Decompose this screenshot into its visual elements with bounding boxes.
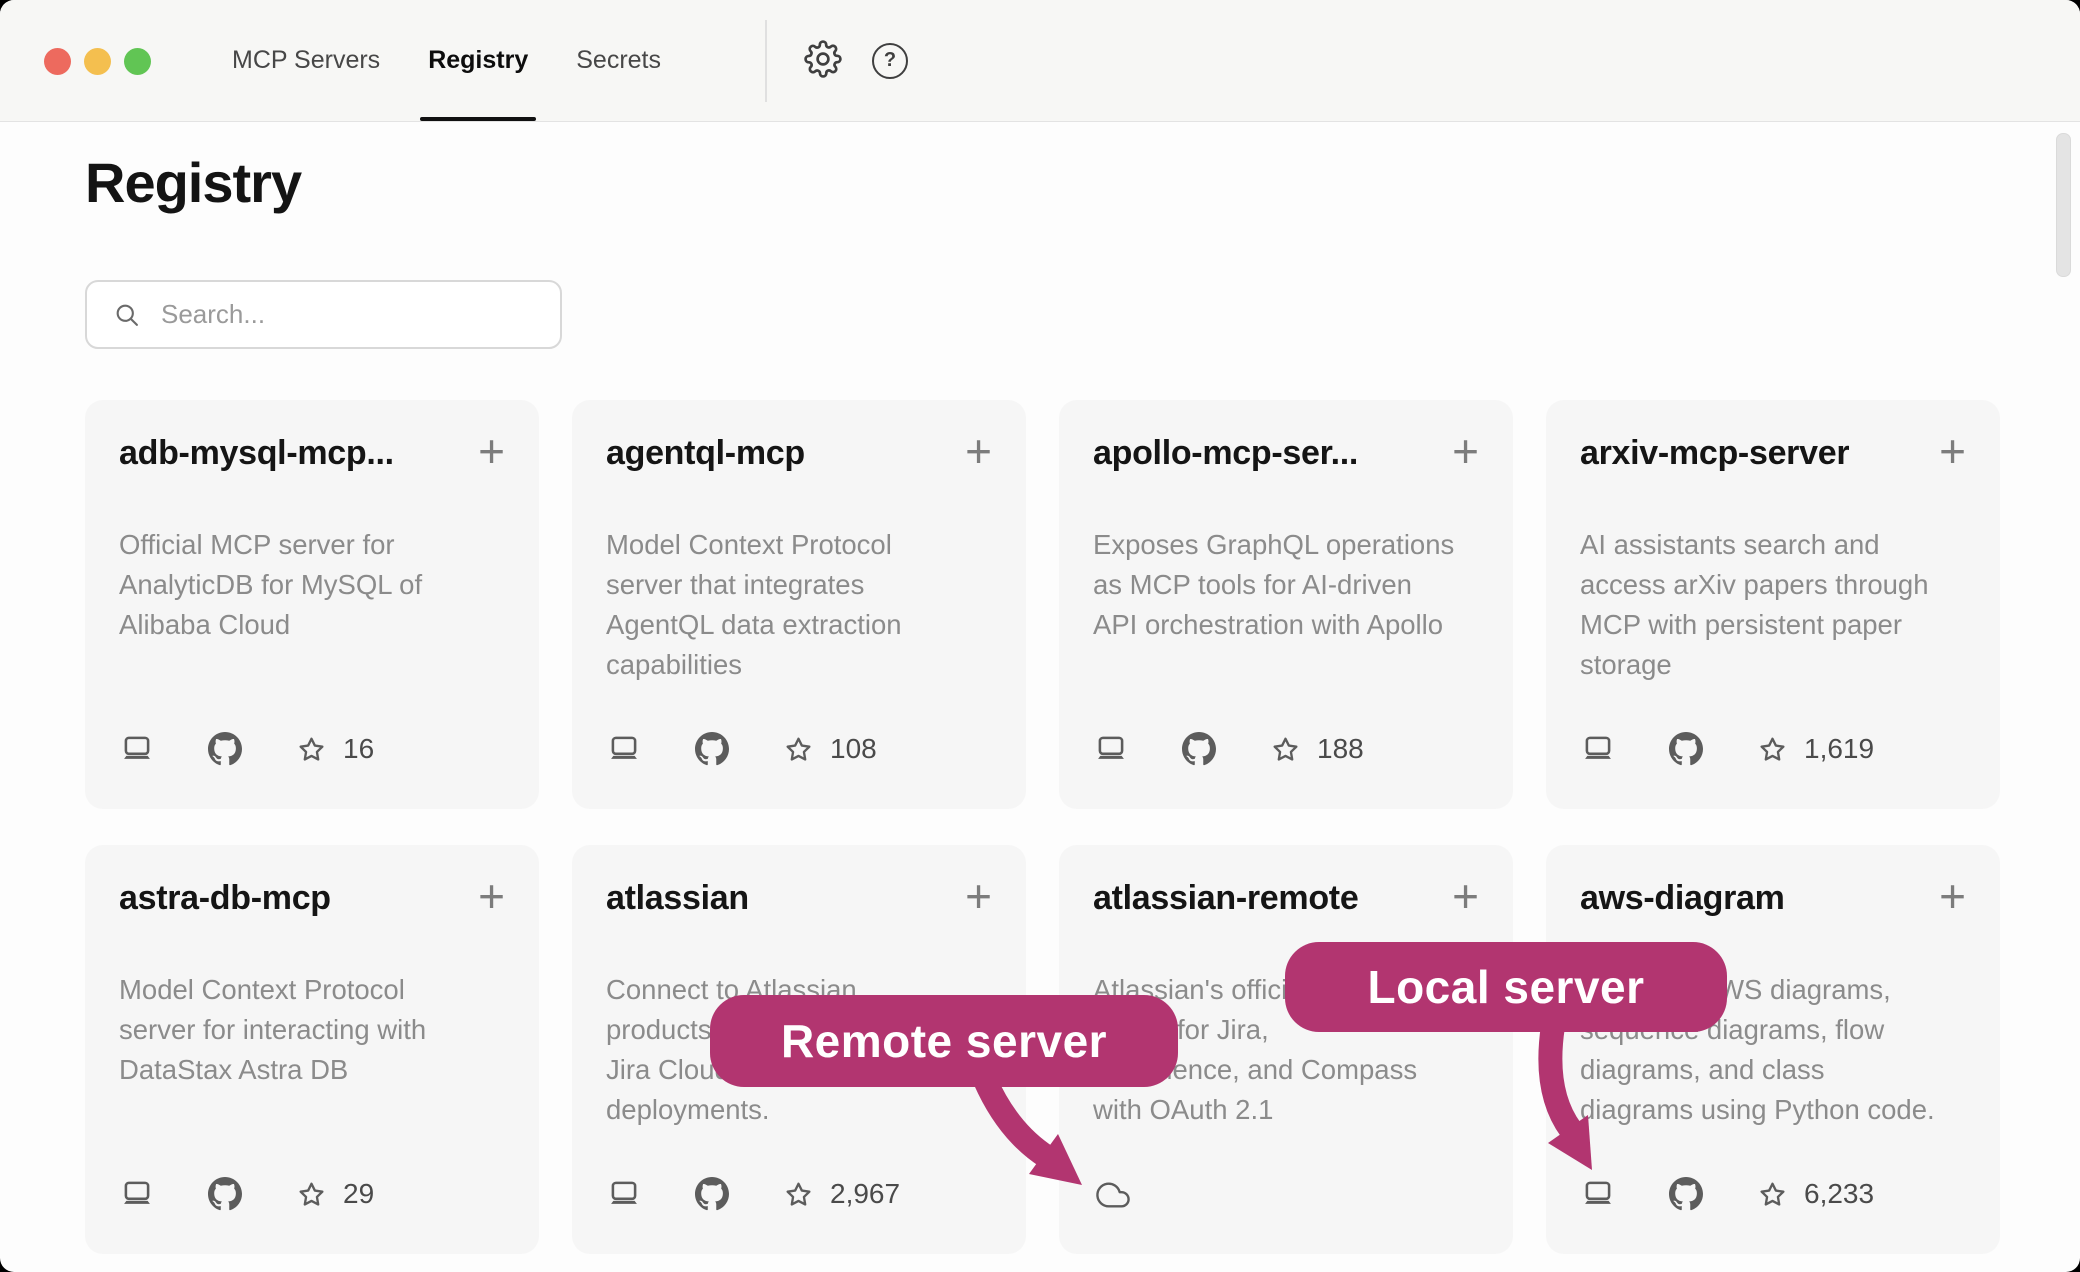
server-name: atlassian-remote <box>1093 879 1358 918</box>
server-description: AI assistants search andaccess arXiv pap… <box>1580 525 1966 685</box>
close-button[interactable] <box>44 48 71 75</box>
card-footer: 6,233 <box>1580 1176 1966 1212</box>
star-count: 2,967 <box>830 1178 900 1210</box>
settings-button[interactable] <box>798 0 848 121</box>
card-footer: 188 <box>1093 731 1479 767</box>
add-server-button[interactable]: + <box>1452 879 1479 913</box>
star-count: 108 <box>830 733 877 765</box>
page-title: Registry <box>85 150 301 215</box>
add-server-button[interactable]: + <box>1939 434 1966 468</box>
add-server-button[interactable]: + <box>965 434 992 468</box>
minimize-button[interactable] <box>84 48 111 75</box>
add-server-button[interactable]: + <box>1939 879 1966 913</box>
zoom-button[interactable] <box>124 48 151 75</box>
star-icon <box>1269 733 1302 766</box>
laptop-icon <box>606 731 642 767</box>
search-input[interactable] <box>159 298 543 331</box>
server-card-aws-diagram[interactable]: aws-diagram + Generate AWS diagrams,sequ… <box>1546 845 2000 1254</box>
title-bar: MCP Servers Registry Secrets ? <box>0 0 2080 122</box>
laptop-icon <box>119 1176 155 1212</box>
github-icon <box>208 732 242 766</box>
star-count: 188 <box>1317 733 1364 765</box>
github-icon <box>1182 732 1216 766</box>
server-description: Model Context Protocolserver that integr… <box>606 525 992 685</box>
card-footer: 108 <box>606 731 992 767</box>
vertical-scrollbar[interactable] <box>2056 133 2071 277</box>
card-footer <box>1093 1178 1479 1212</box>
github-icon <box>1669 732 1703 766</box>
server-grid: adb-mysql-mcp... + Official MCP server f… <box>85 400 2000 1254</box>
help-icon: ? <box>872 43 908 79</box>
laptop-icon <box>119 731 155 767</box>
server-name: agentql-mcp <box>606 434 805 473</box>
github-icon <box>208 1177 242 1211</box>
server-card-astra-db[interactable]: astra-db-mcp + Model Context Protocolser… <box>85 845 539 1254</box>
server-description: Official MCP server forAnalyticDB for My… <box>119 525 505 645</box>
cloud-icon <box>1093 1178 1133 1212</box>
star-icon <box>1756 1178 1789 1211</box>
star-icon <box>1756 733 1789 766</box>
server-name: atlassian <box>606 879 749 918</box>
server-description: Model Context Protocolserver for interac… <box>119 970 505 1090</box>
card-footer: 16 <box>119 731 505 767</box>
star-icon <box>295 733 328 766</box>
server-card-arxiv[interactable]: arxiv-mcp-server + AI assistants search … <box>1546 400 2000 809</box>
card-footer: 2,967 <box>606 1176 992 1212</box>
server-name: aws-diagram <box>1580 879 1785 918</box>
server-description: Exposes GraphQL operationsas MCP tools f… <box>1093 525 1479 645</box>
add-server-button[interactable]: + <box>1452 434 1479 468</box>
gear-icon <box>804 40 842 81</box>
star-count: 29 <box>343 1178 374 1210</box>
github-icon <box>695 1177 729 1211</box>
traffic-lights <box>44 48 151 75</box>
server-name: apollo-mcp-ser... <box>1093 434 1358 473</box>
header-divider <box>765 20 767 102</box>
server-name: arxiv-mcp-server <box>1580 434 1849 473</box>
server-description: Connect to Atlassianproducts with suppor… <box>606 970 992 1130</box>
card-footer: 29 <box>119 1176 505 1212</box>
github-icon <box>695 732 729 766</box>
app-window: MCP Servers Registry Secrets ? Registry <box>0 0 2080 1272</box>
server-card-apollo[interactable]: apollo-mcp-ser... + Exposes GraphQL oper… <box>1059 400 1513 809</box>
server-card-agentql[interactable]: agentql-mcp + Model Context Protocolserv… <box>572 400 1026 809</box>
github-icon <box>1669 1177 1703 1211</box>
tab-secrets[interactable]: Secrets <box>552 0 685 121</box>
server-card-atlassian-remote[interactable]: atlassian-remote + Atlassian's official … <box>1059 845 1513 1254</box>
help-button[interactable]: ? <box>866 0 914 121</box>
server-card-adb-mysql[interactable]: adb-mysql-mcp... + Official MCP server f… <box>85 400 539 809</box>
search-box <box>85 280 562 349</box>
laptop-icon <box>606 1176 642 1212</box>
server-card-atlassian[interactable]: atlassian + Connect to Atlassianproducts… <box>572 845 1026 1254</box>
star-icon <box>782 733 815 766</box>
server-name: adb-mysql-mcp... <box>119 434 394 473</box>
laptop-icon <box>1580 731 1616 767</box>
main-tabs: MCP Servers Registry Secrets <box>208 0 685 121</box>
tab-registry[interactable]: Registry <box>404 0 552 121</box>
star-count: 6,233 <box>1804 1178 1874 1210</box>
star-icon <box>782 1178 815 1211</box>
server-description: Atlassian's official MCPserver for Jira,… <box>1093 970 1479 1130</box>
star-count: 1,619 <box>1804 733 1874 765</box>
laptop-icon <box>1093 731 1129 767</box>
server-name: astra-db-mcp <box>119 879 331 918</box>
laptop-icon <box>1580 1176 1616 1212</box>
card-footer: 1,619 <box>1580 731 1966 767</box>
add-server-button[interactable]: + <box>965 879 992 913</box>
add-server-button[interactable]: + <box>478 434 505 468</box>
search-icon <box>113 301 141 329</box>
tab-mcp-servers[interactable]: MCP Servers <box>208 0 404 121</box>
server-description: Generate AWS diagrams,sequence diagrams,… <box>1580 970 1966 1130</box>
star-count: 16 <box>343 733 374 765</box>
registry-page: Registry adb-mysql-mcp... + Official MCP… <box>0 122 2080 1272</box>
add-server-button[interactable]: + <box>478 879 505 913</box>
star-icon <box>295 1178 328 1211</box>
